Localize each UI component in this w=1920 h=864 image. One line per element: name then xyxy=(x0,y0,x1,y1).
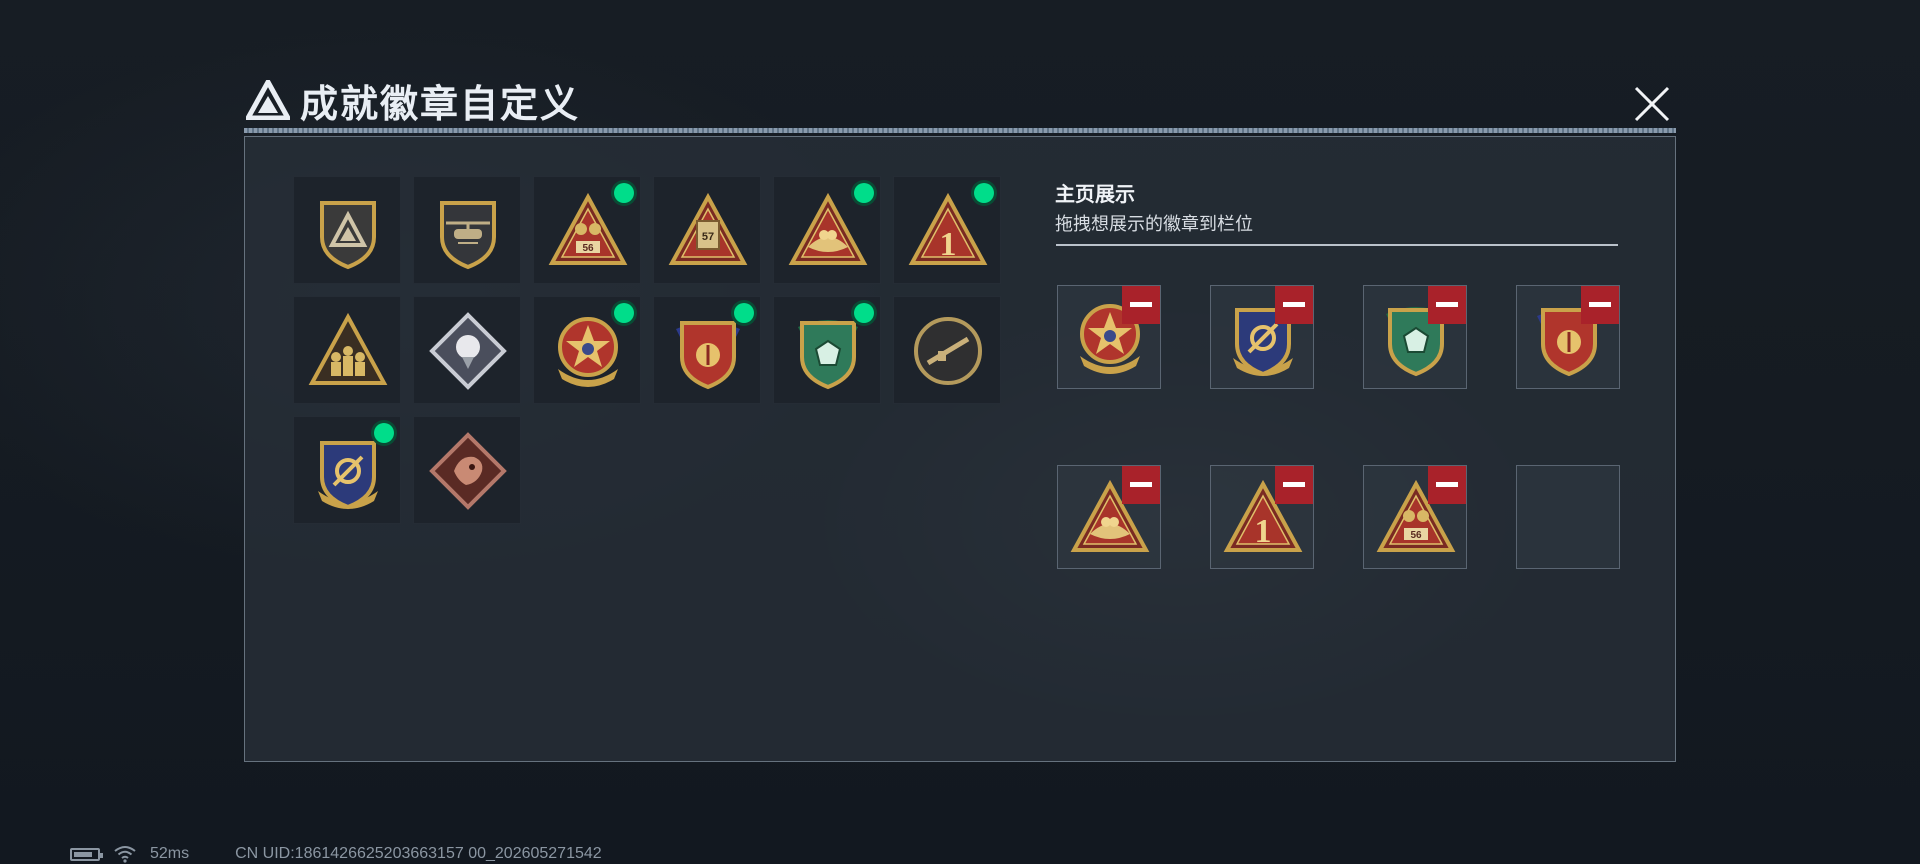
star-medal-badge-icon xyxy=(558,317,618,387)
remove-badge-button[interactable] xyxy=(1122,286,1160,324)
display-slot-empty[interactable] xyxy=(1516,465,1620,569)
dialog-title: 成就徽章自定义 xyxy=(246,76,580,126)
triangle-shield-badge-icon xyxy=(320,201,376,270)
display-slot-ribbon-shield-badge[interactable] xyxy=(1516,285,1620,389)
badge-cell-anchor-shield-badge[interactable] xyxy=(293,416,401,524)
remove-badge-button[interactable] xyxy=(1275,286,1313,324)
badge-cell-diamond-dragon-badge[interactable] xyxy=(413,416,521,524)
rifle-shield-badge-icon xyxy=(914,317,982,385)
svg-text:56: 56 xyxy=(582,243,594,254)
badge-cell-ribbon-shield-badge[interactable] xyxy=(653,296,761,404)
badge-cell-triangle-number-one-badge[interactable]: 1 xyxy=(893,176,1001,284)
green-gem-shield-badge-icon xyxy=(798,320,858,390)
equipped-indicator xyxy=(374,423,394,443)
triangle-57-badge-icon: 57 xyxy=(668,192,748,265)
home-display-divider xyxy=(1056,244,1618,246)
diamond-rose-badge-icon xyxy=(429,312,507,390)
remove-badge-button[interactable] xyxy=(1122,466,1160,504)
equipped-indicator xyxy=(734,303,754,323)
ribbon-shield-badge-icon xyxy=(676,321,740,390)
triangle-number-one-badge-icon: 1 xyxy=(908,192,988,265)
badge-cell-triangle-shield-badge[interactable] xyxy=(293,176,401,284)
badge-cell-triangle-57-badge[interactable]: 57 xyxy=(653,176,761,284)
remove-badge-button[interactable] xyxy=(1275,466,1313,504)
diamond-dragon-badge-icon xyxy=(429,432,507,510)
svg-text:1: 1 xyxy=(1255,513,1272,550)
triangle-soldiers-badge-icon xyxy=(308,312,388,385)
display-slot-green-gem-shield-badge[interactable] xyxy=(1363,285,1467,389)
display-slot-anchor-shield-badge[interactable] xyxy=(1210,285,1314,389)
equipped-indicator xyxy=(854,303,874,323)
close-button[interactable] xyxy=(1628,80,1676,128)
badge-cell-triangle-wings-badge[interactable] xyxy=(773,176,881,284)
display-slot-triangle-wings-badge[interactable] xyxy=(1057,465,1161,569)
badge-cell-diamond-rose-badge[interactable] xyxy=(413,296,521,404)
equipped-indicator xyxy=(854,183,874,203)
triangle-56-badge-icon: 56 xyxy=(548,192,628,265)
equipped-indicator xyxy=(614,303,634,323)
badge-cell-rifle-shield-badge[interactable] xyxy=(893,296,1001,404)
wifi-icon xyxy=(114,846,136,863)
home-display-title: 主页展示 xyxy=(1055,184,1135,206)
badge-cell-triangle-56-badge[interactable]: 56 xyxy=(533,176,641,284)
battery-icon xyxy=(70,847,103,861)
svg-text:56: 56 xyxy=(1410,530,1422,541)
home-display-hint: 拖拽想展示的徽章到栏位 xyxy=(1055,214,1253,234)
triangle-logo-icon xyxy=(246,80,290,120)
badge-cell-triangle-soldiers-badge[interactable] xyxy=(293,296,401,404)
status-bar: 52ms CN UID:1861426625203663157 00_20260… xyxy=(70,844,602,864)
display-slot-star-medal-badge[interactable] xyxy=(1057,285,1161,389)
title-divider xyxy=(244,128,1676,133)
badge-cell-helicopter-shield-badge[interactable] xyxy=(413,176,521,284)
equipped-indicator xyxy=(974,183,994,203)
svg-text:57: 57 xyxy=(702,231,714,243)
remove-badge-button[interactable] xyxy=(1581,286,1619,324)
badge-cell-star-medal-badge[interactable] xyxy=(533,296,641,404)
equipped-indicator xyxy=(614,183,634,203)
ping-value: 52ms xyxy=(150,845,190,862)
display-slot-triangle-56-badge[interactable]: 56 xyxy=(1363,465,1467,569)
display-slot-triangle-number-one-badge[interactable]: 1 xyxy=(1210,465,1314,569)
remove-badge-button[interactable] xyxy=(1428,466,1466,504)
dialog-title-text: 成就徽章自定义 xyxy=(300,83,581,126)
helicopter-shield-badge-icon xyxy=(440,201,496,270)
remove-badge-button[interactable] xyxy=(1428,286,1466,324)
badge-cell-green-gem-shield-badge[interactable] xyxy=(773,296,881,404)
anchor-shield-badge-icon xyxy=(318,441,378,510)
close-icon xyxy=(1634,86,1670,122)
user-uid: CN UID:1861426625203663157 00_2026052715… xyxy=(235,845,602,862)
svg-text:1: 1 xyxy=(940,226,957,263)
triangle-wings-badge-icon xyxy=(788,192,868,265)
